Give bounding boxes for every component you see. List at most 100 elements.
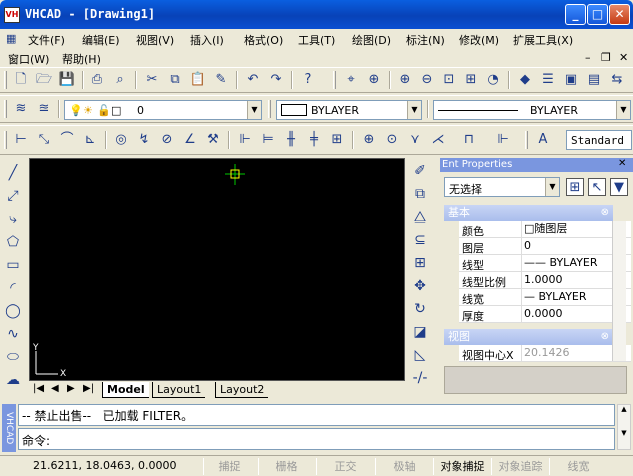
circle-icon[interactable]: ◯	[4, 302, 22, 320]
menu-edit[interactable]: 编辑(E)	[82, 32, 120, 48]
paste-icon[interactable]: 📋	[189, 71, 207, 89]
toolbar-grip[interactable]	[4, 71, 7, 89]
ortho-toggle[interactable]: 正交	[316, 458, 374, 475]
trim-icon[interactable]: -/-	[411, 369, 429, 387]
prop-row-linetype[interactable]: 线型 —— BYLAYER	[459, 255, 631, 272]
menu-file[interactable]: 文件(F)	[28, 32, 65, 48]
tab-next-icon[interactable]: ▶	[67, 383, 75, 394]
rotate-icon[interactable]: ↻	[411, 300, 429, 318]
collapse-icon[interactable]: ⊗	[601, 205, 609, 221]
osnap-toggle[interactable]: 对象捕捉	[433, 458, 491, 475]
dimension-update-icon[interactable]: ⊩	[494, 131, 512, 149]
properties-icon[interactable]: ☰	[539, 71, 557, 89]
command-input[interactable]: 命令:	[18, 428, 615, 450]
copy-object-icon[interactable]: ⧉	[411, 185, 429, 203]
quick-select-icon[interactable]: ▼	[610, 178, 628, 196]
print-icon[interactable]: ⎙	[88, 71, 106, 89]
cloud-icon[interactable]: ☁	[4, 371, 22, 389]
chevron-down-icon[interactable]: ▼	[247, 101, 261, 119]
close-button[interactable]: ✕	[609, 4, 630, 25]
object-snap-icon[interactable]: ⌖	[342, 71, 360, 89]
linear-dimension-icon[interactable]: ⊢	[12, 131, 30, 149]
section-view[interactable]: 视图 ⊗	[444, 329, 613, 345]
tab-layout1[interactable]: Layout1	[152, 382, 206, 398]
menu-modify[interactable]: 修改(M)	[459, 32, 499, 48]
zoom-out-icon[interactable]: ⊖	[418, 71, 436, 89]
mirror-icon[interactable]: ⧋	[411, 208, 429, 226]
angular-dimension-icon[interactable]: ∠	[181, 131, 199, 149]
color-dropdown[interactable]: BYLAYER ▼	[276, 100, 422, 120]
menu-help[interactable]: 帮助(H)	[62, 51, 101, 67]
menu-dimension[interactable]: 标注(N)	[406, 32, 445, 48]
inspection-icon[interactable]: ⊙	[383, 131, 401, 149]
menu-window[interactable]: 窗口(W)	[8, 51, 49, 67]
jogged-radius-icon[interactable]: ↯	[135, 131, 153, 149]
doc-menu-icon[interactable]: ▦	[6, 32, 16, 45]
polygon-icon[interactable]: ⬠	[4, 233, 22, 251]
chevron-down-icon[interactable]: ▼	[545, 178, 559, 196]
tool-palette-icon[interactable]: ▣	[562, 71, 580, 89]
menu-format[interactable]: 格式(O)	[244, 32, 283, 48]
doc-minimize-button[interactable]: –	[585, 51, 591, 64]
layer-previous-icon[interactable]: ≊	[35, 100, 53, 118]
toolbar-grip[interactable]	[333, 71, 336, 89]
prop-row-linetype-scale[interactable]: 线型比例 1.0000	[459, 272, 631, 289]
prop-row-thickness[interactable]: 厚度 0.0000	[459, 306, 631, 323]
move-icon[interactable]: ✥	[411, 277, 429, 295]
radius-dimension-icon[interactable]: ◎	[112, 131, 130, 149]
dimension-space-icon[interactable]: ╫	[282, 131, 300, 149]
menu-insert[interactable]: 插入(I)	[190, 32, 224, 48]
selection-dropdown[interactable]: 无选择 ▼	[444, 177, 560, 197]
app-icon[interactable]: VH	[4, 7, 20, 23]
snap-toggle[interactable]: 捕捉	[203, 458, 255, 475]
aligned-dimension-icon[interactable]: ⤡	[35, 131, 53, 149]
center-mark-icon[interactable]: ⊕	[360, 131, 378, 149]
doc-restore-button[interactable]: ❐	[601, 51, 611, 64]
select-objects-icon[interactable]: ↖	[588, 178, 606, 196]
dimension-edit-icon[interactable]: ⋌	[429, 131, 447, 149]
toolbar-grip[interactable]	[4, 131, 7, 149]
zoom-window-icon[interactable]: ⊡	[440, 71, 458, 89]
prop-row-layer[interactable]: 图层 0	[459, 238, 631, 255]
zoom-realtime-icon[interactable]: ⊕	[365, 71, 383, 89]
section-basic[interactable]: 基本 ⊗	[444, 205, 613, 221]
baseline-dimension-icon[interactable]: ⊩	[236, 131, 254, 149]
save-icon[interactable]: 💾	[58, 71, 76, 89]
prop-row-color[interactable]: 颜色 □随图层	[459, 221, 631, 238]
tab-model[interactable]: Model	[102, 382, 149, 398]
menu-view[interactable]: 视图(V)	[136, 32, 174, 48]
toolbar-grip[interactable]	[268, 100, 271, 118]
polar-toggle[interactable]: 极轴	[375, 458, 433, 475]
drawing-canvas[interactable]: Y X	[29, 158, 405, 381]
minimize-button[interactable]: _	[565, 4, 586, 25]
toolbar-grip[interactable]	[4, 100, 7, 118]
tab-last-icon[interactable]: ▶|	[83, 383, 94, 394]
linetype-dropdown[interactable]: BYLAYER ▼	[433, 100, 631, 120]
open-file-icon[interactable]: 🗁	[35, 71, 53, 89]
scale-icon[interactable]: ◪	[411, 323, 429, 341]
undo-icon[interactable]: ↶	[244, 71, 262, 89]
quick-dimension-icon[interactable]: ⚒	[204, 131, 222, 149]
panel-close-icon[interactable]: ✕	[618, 158, 626, 169]
ordinate-dimension-icon[interactable]: ⊾	[81, 131, 99, 149]
otrack-toggle[interactable]: 对象追踪	[491, 458, 549, 475]
redo-icon[interactable]: ↷	[267, 71, 285, 89]
tab-first-icon[interactable]: |◀	[33, 383, 44, 394]
offset-icon[interactable]: ⊆	[411, 231, 429, 249]
tolerance-icon[interactable]: ⊞	[328, 131, 346, 149]
text-style-icon[interactable]: A	[534, 131, 552, 149]
collapse-icon[interactable]: ⊗	[601, 329, 609, 345]
copy-icon[interactable]: ⧉	[166, 71, 184, 89]
dimension-text-edit-icon[interactable]: ⊓	[460, 131, 478, 149]
help-icon[interactable]: ?	[299, 71, 317, 89]
continue-dimension-icon[interactable]: ⊨	[259, 131, 277, 149]
lineweight-toggle[interactable]: 线宽	[549, 458, 607, 475]
ellipse-icon[interactable]: ⬭	[4, 348, 22, 366]
command-scrollbar[interactable]: ▲ ▼	[617, 404, 631, 450]
design-center-icon[interactable]: ◆	[516, 71, 534, 89]
rectangle-icon[interactable]: ▭	[4, 256, 22, 274]
layer-dropdown[interactable]: 💡 ☀ 🔓 □ 0 ▼	[64, 100, 262, 120]
zoom-previous-icon[interactable]: ◔	[484, 71, 502, 89]
chevron-down-icon[interactable]: ▼	[616, 101, 630, 119]
chevron-down-icon[interactable]: ▼	[407, 101, 421, 119]
